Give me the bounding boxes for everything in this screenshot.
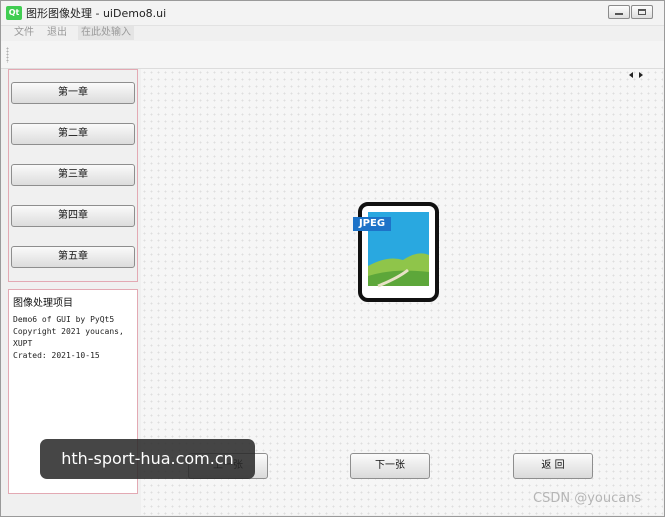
- toolbar: [1, 41, 664, 69]
- chapter-2-button[interactable]: 第二章: [11, 123, 135, 145]
- jpeg-graphic: [358, 202, 439, 302]
- chapter-5-button[interactable]: 第五章: [11, 246, 135, 268]
- jpeg-badge: JPEG: [353, 217, 391, 231]
- main-window: Qt 图形图像处理 - uiDemo8.ui 文件 退出 在此处输入 第一章 第…: [0, 0, 665, 517]
- qt-logo-icon: Qt: [6, 6, 22, 20]
- info-line: Copyright 2021 youcans,: [13, 327, 124, 336]
- scroll-left-icon[interactable]: [629, 72, 633, 78]
- tab-scroll-arrows: [627, 71, 647, 81]
- scroll-right-icon[interactable]: [639, 72, 643, 78]
- info-title: 图像处理项目: [13, 298, 73, 309]
- menu-type-here[interactable]: 在此处输入: [78, 26, 134, 40]
- maximize-icon[interactable]: [631, 5, 653, 19]
- menu-quit[interactable]: 退出: [47, 26, 67, 40]
- chapter-nav-panel: 第一章 第二章 第三章 第四章 第五章: [8, 69, 138, 282]
- info-line: Demo6 of GUI by PyQt5: [13, 315, 115, 324]
- watermark: CSDN @youcans: [533, 491, 642, 506]
- minimize-icon[interactable]: [608, 5, 630, 19]
- info-line: Crated: 2021-10-15: [13, 351, 100, 360]
- return-button[interactable]: 返 回: [513, 453, 593, 479]
- menu-file[interactable]: 文件: [14, 26, 34, 40]
- info-line: XUPT: [13, 339, 33, 348]
- menu-bar: 文件 退出 在此处输入: [1, 26, 664, 40]
- chapter-4-button[interactable]: 第四章: [11, 205, 135, 227]
- overlay-banner: hth-sport-hua.com.cn: [40, 439, 255, 479]
- title-bar[interactable]: Qt 图形图像处理 - uiDemo8.ui: [1, 1, 664, 26]
- jpeg-file-icon: JPEG: [348, 200, 443, 306]
- next-image-button[interactable]: 下一张: [350, 453, 430, 479]
- window-title: 图形图像处理 - uiDemo8.ui: [26, 7, 167, 20]
- toolbar-grip-icon[interactable]: [6, 47, 9, 63]
- chapter-1-button[interactable]: 第一章: [11, 82, 135, 104]
- chapter-3-button[interactable]: 第三章: [11, 164, 135, 186]
